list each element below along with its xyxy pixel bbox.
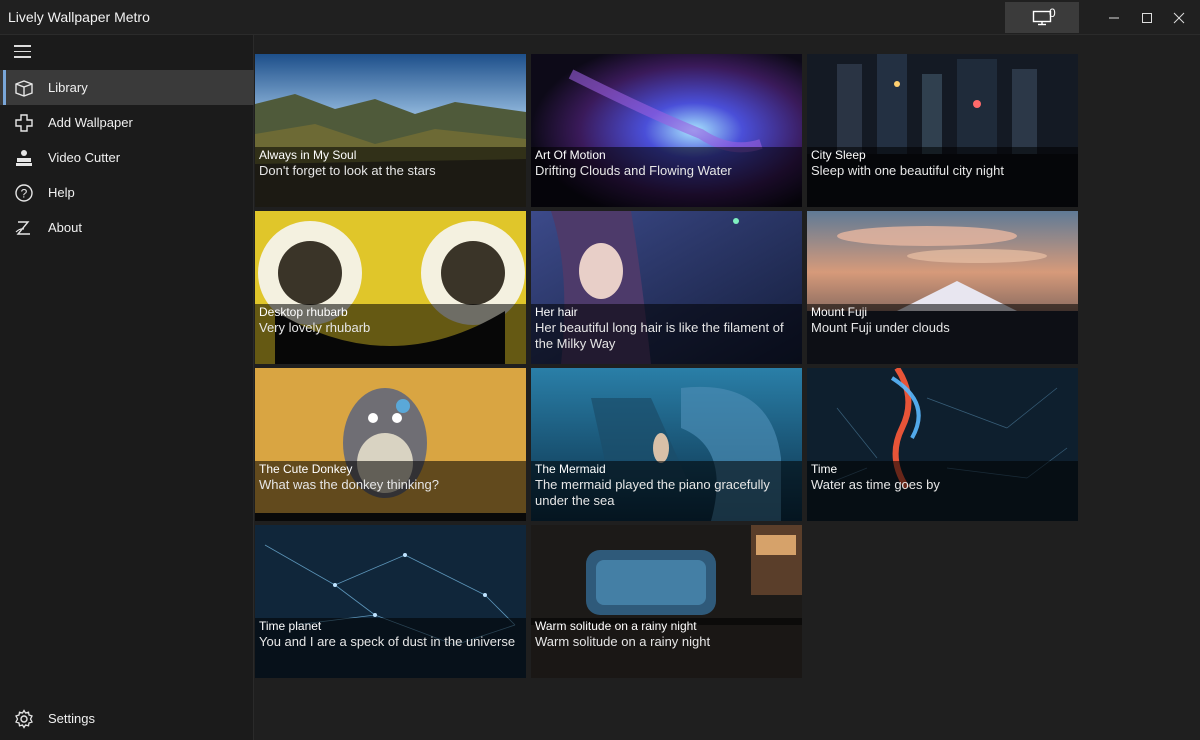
settings-label: Settings [48, 711, 95, 726]
library-view: Always in My Soul Don't forget to look a… [255, 35, 1200, 740]
close-button[interactable] [1163, 2, 1195, 33]
wallpaper-caption: Time Water as time goes by [807, 461, 1078, 521]
sidebar-item-label: Help [48, 185, 75, 200]
title-bar: Lively Wallpaper Metro 0 [0, 0, 1200, 35]
wallpaper-description: Water as time goes by [811, 477, 940, 492]
wallpaper-card[interactable]: Time Water as time goes by [807, 368, 1078, 521]
sidebar-item-about[interactable]: About [0, 210, 254, 245]
wallpaper-description: Drifting Clouds and Flowing Water [535, 163, 732, 178]
wallpaper-card[interactable]: Warm solitude on a rainy night Warm soli… [531, 525, 802, 678]
library-icon [14, 78, 34, 98]
monitor-count: 0 [1049, 6, 1056, 20]
minimize-button[interactable] [1098, 2, 1130, 33]
wallpaper-description: Very lovely rhubarb [259, 320, 371, 335]
wallpaper-caption: City Sleep Sleep with one beautiful city… [807, 147, 1078, 207]
wallpaper-title: Desktop rhubarb [259, 305, 348, 319]
wallpaper-card[interactable]: The Mermaid The mermaid played the piano… [531, 368, 802, 521]
wallpaper-caption: Time planet You and I are a speck of dus… [255, 618, 526, 678]
sidebar-item-label: Library [48, 80, 88, 95]
sidebar-item-add-wallpaper[interactable]: Add Wallpaper [0, 105, 254, 140]
wallpaper-card[interactable]: Desktop rhubarb Very lovely rhubarb [255, 211, 526, 364]
wallpaper-title: Warm solitude on a rainy night [535, 619, 697, 633]
wallpaper-description: Warm solitude on a rainy night [535, 634, 711, 649]
wallpaper-caption: Always in My Soul Don't forget to look a… [255, 147, 526, 207]
wallpaper-card[interactable]: Always in My Soul Don't forget to look a… [255, 54, 526, 207]
help-icon: ? [14, 183, 34, 203]
wallpaper-caption: Mount Fuji Mount Fuji under clouds [807, 304, 1078, 364]
hamburger-menu-icon[interactable] [14, 45, 34, 61]
wallpaper-caption: The Cute Donkey What was the donkey thin… [255, 461, 526, 521]
video-cutter-icon [14, 148, 34, 168]
wallpaper-caption: The Mermaid The mermaid played the piano… [531, 461, 802, 521]
wallpaper-caption: Art Of Motion Drifting Clouds and Flowin… [531, 147, 802, 207]
wallpaper-card[interactable]: City Sleep Sleep with one beautiful city… [807, 54, 1078, 207]
app-title: Lively Wallpaper Metro [8, 9, 150, 25]
wallpaper-description: Her beautiful long hair is like the fila… [535, 320, 784, 351]
wallpaper-title: Art Of Motion [535, 148, 606, 162]
close-icon [1173, 12, 1185, 24]
wallpaper-title: The Mermaid [535, 462, 606, 476]
wallpaper-title: Time [811, 462, 838, 476]
wallpaper-card[interactable]: Mount Fuji Mount Fuji under clouds [807, 211, 1078, 364]
wallpaper-title: Mount Fuji [811, 305, 868, 319]
wallpaper-title: Her hair [535, 305, 578, 319]
wallpaper-caption: Warm solitude on a rainy night Warm soli… [531, 618, 802, 678]
sidebar: Library Add Wallpaper Video Cutter ? Hel… [0, 35, 254, 740]
sidebar-item-label: About [48, 220, 82, 235]
wallpaper-title: Time planet [259, 619, 322, 633]
wallpaper-description: What was the donkey thinking? [259, 477, 439, 492]
add-icon [14, 113, 34, 133]
gear-icon [14, 709, 34, 729]
wallpaper-card[interactable]: Time planet You and I are a speck of dus… [255, 525, 526, 678]
wallpaper-description: Sleep with one beautiful city night [811, 163, 1004, 178]
wallpaper-description: The mermaid played the piano gracefully … [535, 477, 770, 508]
wallpaper-title: City Sleep [811, 148, 866, 162]
svg-text:?: ? [21, 187, 28, 201]
wallpaper-description: Don't forget to look at the stars [259, 163, 436, 178]
about-icon [14, 218, 34, 238]
sidebar-item-help[interactable]: ? Help [0, 175, 254, 210]
wallpaper-card[interactable]: Art Of Motion Drifting Clouds and Flowin… [531, 54, 802, 207]
wallpaper-card[interactable]: Her hair Her beautiful long hair is like… [531, 211, 802, 364]
sidebar-item-label: Add Wallpaper [48, 115, 133, 130]
wallpaper-caption: Desktop rhubarb Very lovely rhubarb [255, 304, 526, 364]
sidebar-item-settings[interactable]: Settings [0, 701, 254, 736]
sidebar-item-video-cutter[interactable]: Video Cutter [0, 140, 254, 175]
maximize-button[interactable] [1131, 2, 1163, 33]
wallpaper-description: Mount Fuji under clouds [811, 320, 950, 335]
wallpaper-title: Always in My Soul [259, 148, 357, 162]
sidebar-item-library[interactable]: Library [0, 70, 254, 105]
wallpaper-card[interactable]: The Cute Donkey What was the donkey thin… [255, 368, 526, 521]
wallpaper-caption: Her hair Her beautiful long hair is like… [531, 304, 802, 364]
minimize-icon [1108, 12, 1120, 24]
maximize-icon [1141, 12, 1153, 24]
sidebar-item-label: Video Cutter [48, 150, 121, 165]
wallpaper-title: The Cute Donkey [259, 462, 353, 476]
monitor-select-button[interactable]: 0 [1005, 2, 1079, 33]
wallpaper-description: You and I are a speck of dust in the uni… [259, 634, 516, 649]
